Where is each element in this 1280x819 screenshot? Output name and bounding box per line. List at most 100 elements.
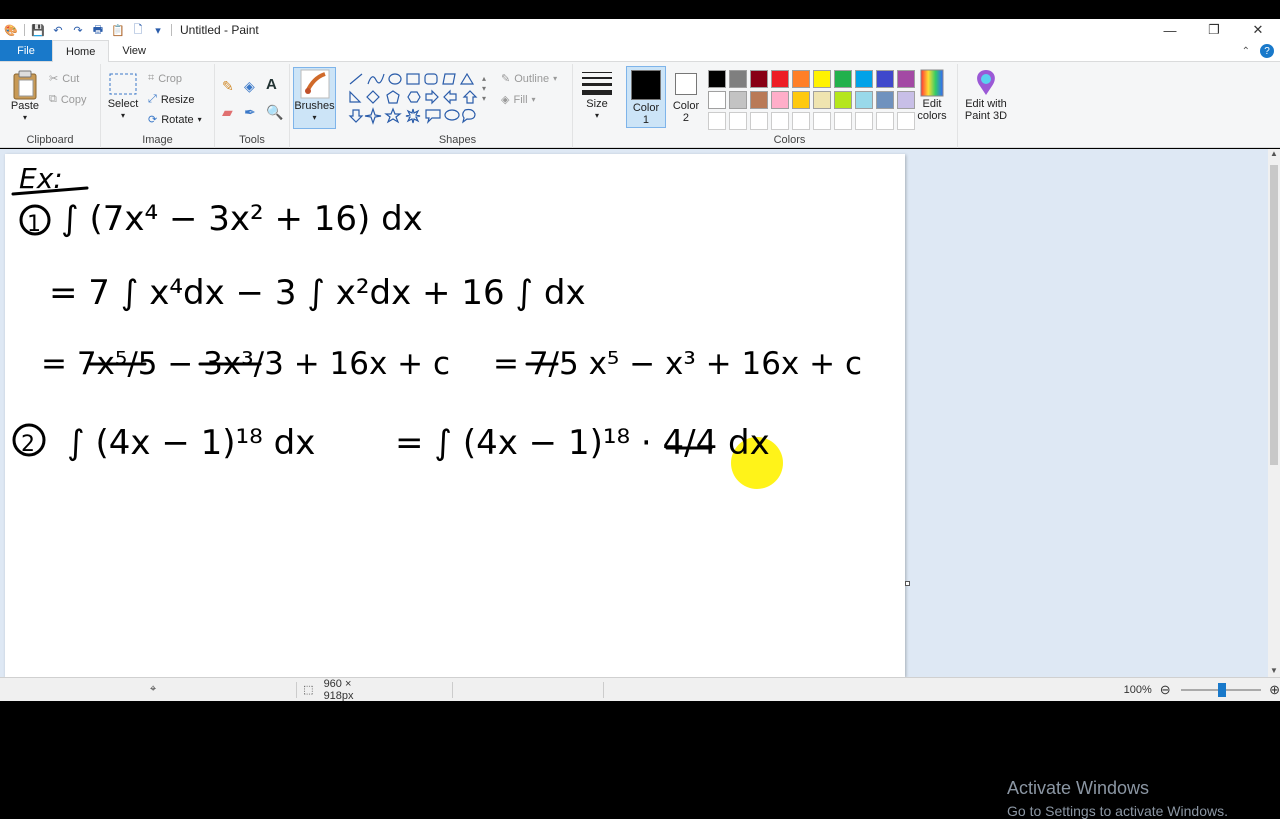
scroll-thumb[interactable] — [1270, 165, 1278, 465]
scissors-icon: ✂ — [49, 73, 59, 85]
fill-button[interactable]: ◈ Fill ▾ — [501, 93, 536, 107]
vertical-scrollbar[interactable]: ▲ ▼ — [1268, 149, 1280, 677]
palette-swatch[interactable] — [855, 91, 873, 109]
palette-swatch[interactable] — [855, 112, 873, 130]
palette-swatch[interactable] — [813, 70, 831, 88]
paint-app-icon: 🎨 — [4, 24, 18, 37]
group-label-colors: Colors — [773, 134, 806, 146]
zoom-out-icon[interactable]: ⊖ — [1160, 682, 1171, 698]
palette-swatch[interactable] — [771, 91, 789, 109]
palette-swatch[interactable] — [750, 91, 768, 109]
print-icon[interactable]: 🖶 — [91, 23, 105, 37]
customize-dropdown-icon[interactable]: ▾ — [151, 23, 165, 37]
resize-button[interactable]: ⤢ Resize — [148, 93, 194, 106]
palette-swatch[interactable] — [876, 70, 894, 88]
collapse-ribbon-icon[interactable]: ⌃ — [1242, 46, 1250, 57]
clipboard-icon[interactable]: 📋 — [111, 23, 125, 37]
palette-swatch[interactable] — [750, 112, 768, 130]
problem2-step: = ∫ (4x − 1)¹⁸ · 4/4 dx — [395, 423, 770, 463]
text-tool-icon[interactable]: A — [266, 76, 277, 93]
save-icon[interactable]: 💾 — [31, 23, 45, 37]
palette-swatch[interactable] — [708, 112, 726, 130]
eraser-icon[interactable]: ▰ — [222, 104, 233, 121]
copy-button[interactable]: ⧉ Copy — [49, 93, 87, 106]
resize-handle[interactable] — [905, 581, 910, 586]
palette-swatch[interactable] — [750, 70, 768, 88]
line-size-icon — [582, 72, 612, 95]
select-button[interactable]: Select ▾ — [107, 72, 139, 122]
redo-icon[interactable]: ↷ — [71, 23, 85, 37]
tab-view[interactable]: View — [109, 40, 159, 61]
fill-bucket-icon[interactable]: ◈ — [244, 78, 255, 95]
palette-swatch[interactable] — [729, 91, 747, 109]
paste-button[interactable]: Paste ▾ — [8, 70, 42, 124]
bottom-black-bar — [0, 701, 1280, 720]
zoom-slider-thumb[interactable] — [1217, 682, 1226, 697]
selection-size-icon: ⬚ — [303, 684, 314, 696]
canvas-area: Ex: 1 ∫ (7x⁴ − 3x² + 16) dx = 7 ∫ x⁴dx −… — [0, 149, 1268, 819]
cut-button[interactable]: ✂ Cut — [49, 72, 79, 86]
palette-swatch[interactable] — [876, 91, 894, 109]
group-label-image: Image — [142, 134, 173, 146]
tab-home[interactable]: Home — [52, 40, 110, 62]
shapes-gallery[interactable] — [348, 72, 493, 128]
zoom-slider[interactable] — [1180, 682, 1261, 697]
magnifier-icon[interactable]: 🔍 — [266, 104, 283, 121]
palette-swatch[interactable] — [771, 112, 789, 130]
palette-swatch[interactable] — [792, 91, 810, 109]
scroll-down-icon[interactable]: ▼ — [1268, 666, 1280, 675]
zoom-in-icon[interactable]: ⊕ — [1269, 682, 1280, 698]
color-picker-icon[interactable]: ✒ — [244, 104, 256, 121]
cursor-position-icon: ⌖ — [150, 683, 157, 695]
palette-swatch[interactable] — [855, 70, 873, 88]
pencil-icon[interactable]: ✎ — [222, 78, 234, 95]
palette-swatch[interactable] — [834, 91, 852, 109]
maximize-button[interactable]: ❐ — [1192, 19, 1236, 41]
palette-swatch[interactable] — [792, 112, 810, 130]
palette-swatch[interactable] — [729, 112, 747, 130]
resize-icon: ⤢ — [148, 93, 157, 105]
palette-swatch[interactable] — [708, 70, 726, 88]
group-tools: ✎ ◈ A ▰ ✒ 🔍 Tools — [215, 64, 290, 148]
palette-swatch[interactable] — [708, 91, 726, 109]
rotate-button[interactable]: ⟳ Rotate ▾ — [148, 113, 202, 127]
palette-swatch[interactable] — [834, 70, 852, 88]
palette-swatch[interactable] — [813, 91, 831, 109]
palette-swatch[interactable] — [834, 112, 852, 130]
shapes-scroll[interactable]: ▴ ▾ ▾ — [482, 74, 486, 104]
brushes-button[interactable]: Brushes ▾ — [293, 67, 336, 129]
ribbon-tabs: File Home View ⌃ ? — [0, 40, 1280, 62]
group-shapes: ▴ ▾ ▾ ✎ Outline ▾ ◈ Fill ▾ Shapes — [343, 64, 573, 148]
scroll-up-icon[interactable]: ▲ — [1268, 149, 1280, 158]
group-label-clipboard: Clipboard — [26, 134, 74, 146]
palette-swatch[interactable] — [792, 70, 810, 88]
palette-swatch[interactable] — [813, 112, 831, 130]
new-file-icon[interactable]: 🗋 — [131, 23, 145, 37]
crop-button[interactable]: ⌗ Crop — [148, 72, 182, 85]
fill-icon: ◈ — [501, 94, 510, 106]
edit-colors-button[interactable]: Edit colors — [912, 68, 952, 122]
title-bar: 🎨 💾 ↶ ↷ 🖶 📋 🗋 ▾ Untitled - Paint — ❐ ✕ — [0, 19, 1280, 41]
select-rect-icon — [109, 73, 137, 95]
tab-file[interactable]: File — [0, 40, 52, 61]
close-button[interactable]: ✕ — [1236, 19, 1280, 41]
color2-swatch — [675, 73, 697, 95]
undo-icon[interactable]: ↶ — [51, 23, 65, 37]
drawing-canvas[interactable]: Ex: 1 ∫ (7x⁴ − 3x² + 16) dx = 7 ∫ x⁴dx −… — [5, 154, 910, 677]
palette-swatch[interactable] — [729, 70, 747, 88]
problem1-number: 1 — [27, 212, 41, 237]
outline-button[interactable]: ✎ Outline ▾ — [501, 72, 557, 86]
help-icon[interactable]: ? — [1260, 44, 1274, 58]
paint3d-icon — [977, 70, 995, 95]
minimize-button[interactable]: — — [1148, 19, 1192, 41]
color1-button[interactable]: Color 1 — [626, 66, 666, 128]
edit-with-paint3d-button[interactable]: Edit with Paint 3D — [960, 68, 1012, 122]
problem2-expression: ∫ (4x − 1)¹⁸ dx — [67, 423, 315, 463]
size-button[interactable]: Size ▾ — [576, 70, 618, 122]
palette-swatch[interactable] — [771, 70, 789, 88]
problem2-number: 2 — [21, 432, 35, 457]
group-clipboard: Paste ▾ ✂ Cut ⧉ Copy Clipboard — [0, 64, 101, 148]
crop-icon: ⌗ — [148, 72, 155, 84]
color2-button[interactable]: Color 2 — [668, 66, 704, 128]
palette-swatch[interactable] — [876, 112, 894, 130]
